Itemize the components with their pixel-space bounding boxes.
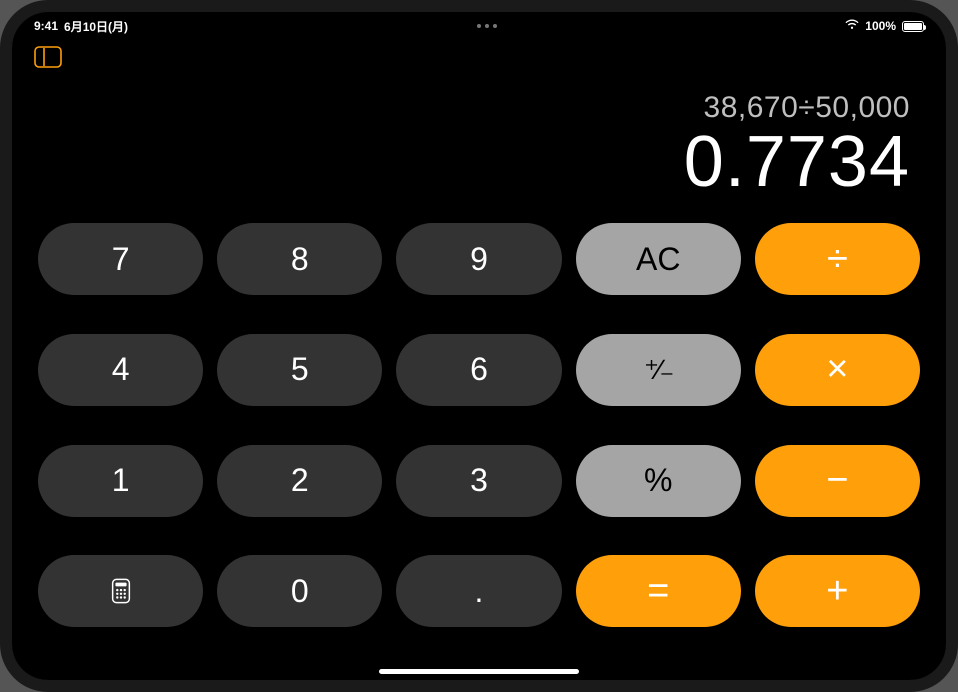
key-plus[interactable]: + — [755, 555, 920, 627]
key-equals[interactable]: = — [576, 555, 741, 627]
calc-display: 38,670÷50,000 0.7734 — [12, 73, 946, 209]
battery-icon — [902, 21, 924, 32]
key-negate[interactable]: ⁺∕₋ — [576, 334, 741, 406]
multitask-dots[interactable] — [477, 24, 497, 28]
key-2[interactable]: 2 — [217, 445, 382, 517]
key-all-clear[interactable]: AC — [576, 223, 741, 295]
battery-percent: 100% — [865, 19, 896, 33]
key-3[interactable]: 3 — [396, 445, 561, 517]
keypad: 7 8 9 AC ÷ 4 5 6 ⁺∕₋ × 1 2 3 % − — [12, 209, 946, 680]
key-divide[interactable]: ÷ — [755, 223, 920, 295]
screen: 9:41 6月10日(月) 100% — [12, 12, 946, 680]
calculator-icon — [108, 578, 134, 604]
display-expression: 38,670÷50,000 — [48, 91, 910, 125]
status-time: 9:41 — [34, 19, 58, 33]
key-9[interactable]: 9 — [396, 223, 561, 295]
key-6[interactable]: 6 — [396, 334, 561, 406]
key-4[interactable]: 4 — [38, 334, 203, 406]
key-5[interactable]: 5 — [217, 334, 382, 406]
key-scientific-mode[interactable] — [38, 555, 203, 627]
mode-toggle-button[interactable] — [34, 46, 62, 68]
key-7[interactable]: 7 — [38, 223, 203, 295]
status-bar: 9:41 6月10日(月) 100% — [12, 12, 946, 40]
display-result: 0.7734 — [48, 121, 910, 203]
key-percent[interactable]: % — [576, 445, 741, 517]
key-1[interactable]: 1 — [38, 445, 203, 517]
key-decimal[interactable]: . — [396, 555, 561, 627]
device-frame: 9:41 6月10日(月) 100% — [0, 0, 958, 692]
key-8[interactable]: 8 — [217, 223, 382, 295]
status-date: 6月10日(月) — [64, 18, 128, 35]
key-minus[interactable]: − — [755, 445, 920, 517]
key-multiply[interactable]: × — [755, 334, 920, 406]
home-indicator[interactable] — [379, 669, 579, 674]
key-0[interactable]: 0 — [217, 555, 382, 627]
app-topbar — [12, 40, 946, 73]
wifi-icon — [845, 19, 859, 34]
